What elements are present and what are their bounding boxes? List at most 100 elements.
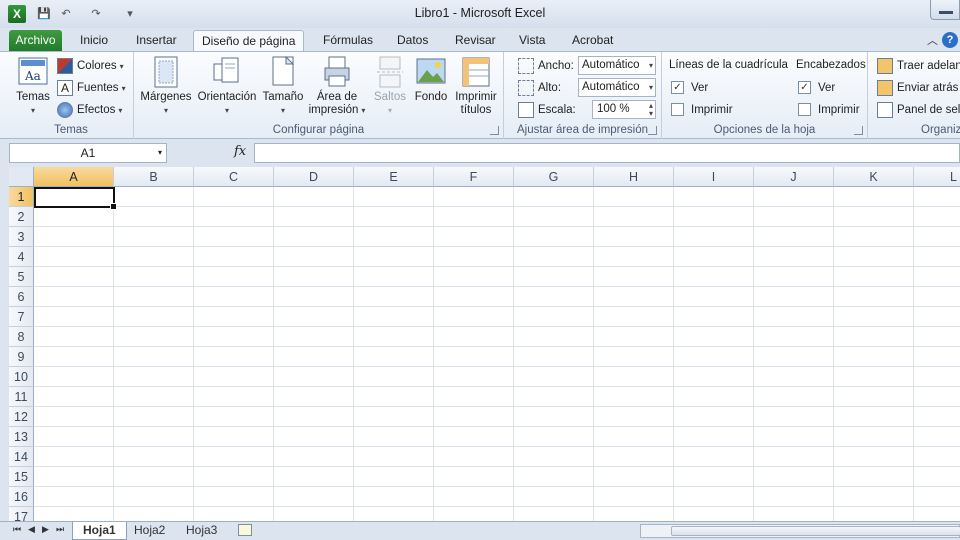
- temas-group-label: Temas: [54, 124, 88, 136]
- orientacion-button[interactable]: Orientación ▾: [196, 56, 258, 117]
- ajustar-launcher-icon[interactable]: [648, 126, 657, 135]
- column-header-f[interactable]: F: [434, 167, 514, 187]
- fonts-icon: A: [57, 79, 73, 96]
- row-header-6[interactable]: 6: [9, 287, 34, 307]
- active-cell[interactable]: [34, 187, 117, 210]
- ribbon: Aa Temas ▾ Colores ▾ A Fuentes ▾ Efectos ▾ Te…: [0, 51, 960, 139]
- scroll-thumb[interactable]: [671, 526, 960, 536]
- minimize-button[interactable]: [930, 0, 960, 20]
- alto-label: Alto:: [518, 79, 561, 97]
- column-header-h[interactable]: H: [594, 167, 674, 187]
- temas-button[interactable]: Aa Temas ▾: [13, 56, 53, 117]
- column-header-j[interactable]: J: [754, 167, 834, 187]
- sheet-tab-hoja1[interactable]: Hoja1: [72, 522, 127, 540]
- configurar-launcher-icon[interactable]: [490, 126, 499, 135]
- lineas-imprimir-checkbox[interactable]: Imprimir: [671, 102, 733, 118]
- row-header-17[interactable]: 17: [9, 507, 34, 521]
- size-icon: [272, 56, 295, 86]
- row-header-2[interactable]: 2: [9, 207, 34, 227]
- row-header-3[interactable]: 3: [9, 227, 34, 247]
- row-header-13[interactable]: 13: [9, 427, 34, 447]
- margenes-button[interactable]: Márgenes ▾: [140, 56, 192, 117]
- alto-select[interactable]: Automático ▾: [578, 78, 656, 97]
- group-opciones-hoja: Líneas de la cuadrícula ✓ Ver Imprimir En…: [662, 52, 868, 139]
- enviar-atras-button[interactable]: Enviar atrás: [877, 79, 958, 97]
- tab-inicio[interactable]: Inicio: [72, 30, 116, 52]
- saltos-button[interactable]: Saltos ▾: [371, 56, 409, 117]
- encabezados-imprimir-checkbox[interactable]: Imprimir: [798, 102, 860, 118]
- efectos-button[interactable]: Efectos ▾: [57, 101, 122, 119]
- tab-formulas[interactable]: Fórmulas: [315, 30, 381, 52]
- configurar-group-label: Configurar página: [272, 124, 365, 136]
- bring-forward-icon: [877, 57, 893, 74]
- last-sheet-icon[interactable]: ⏭: [56, 524, 64, 535]
- selection-pane-icon: [877, 101, 893, 118]
- worksheet-grid: ABCDEFGHIJKL 1 2 3 4 5 6 7 8 9 10 11 12 13 14 15 16 17: [9, 167, 960, 521]
- minimize-ribbon-icon[interactable]: ︿: [927, 32, 938, 48]
- lineas-ver-checkbox[interactable]: ✓ Ver: [671, 80, 708, 96]
- name-box[interactable]: A1 ▾: [9, 143, 167, 163]
- row-header-10[interactable]: 10: [9, 367, 34, 387]
- column-header-a[interactable]: A: [34, 167, 114, 187]
- next-sheet-icon[interactable]: ▶: [42, 524, 49, 535]
- horizontal-scrollbar[interactable]: [640, 524, 960, 538]
- fondo-button[interactable]: Fondo: [412, 56, 450, 104]
- row-header-7[interactable]: 7: [9, 307, 34, 327]
- scale-icon: [518, 101, 534, 118]
- select-all-button[interactable]: [9, 167, 34, 187]
- title-bar: X 💾 ↶ ↷ ▾ Libro1 - Microsoft Excel: [0, 0, 960, 28]
- tab-acrobat[interactable]: Acrobat: [564, 30, 621, 52]
- effects-icon: [57, 101, 73, 118]
- area-impresion-button[interactable]: Área de impresión ▾: [307, 56, 367, 117]
- first-sheet-icon[interactable]: ⏮: [13, 524, 21, 535]
- column-header-d[interactable]: D: [274, 167, 354, 187]
- column-header-k[interactable]: K: [834, 167, 914, 187]
- print-titles-icon: [462, 57, 490, 87]
- column-header-e[interactable]: E: [354, 167, 434, 187]
- group-ajustar: Ancho: Automático ▾ Alto: Automático ▾ Esc…: [504, 52, 662, 139]
- tab-datos[interactable]: Datos: [389, 30, 436, 52]
- group-organizar: Traer adelante Enviar atrás Panel de sel…: [868, 52, 960, 139]
- row-header-12[interactable]: 12: [9, 407, 34, 427]
- panel-seleccion-button[interactable]: Panel de selección: [877, 101, 960, 119]
- prev-sheet-icon[interactable]: ◀: [28, 524, 35, 535]
- row-header-1[interactable]: 1: [9, 187, 34, 207]
- escala-stepper[interactable]: 100 % ▴ ▾: [592, 100, 656, 119]
- ancho-select[interactable]: Automático ▾: [578, 56, 656, 75]
- imprimir-titulos-button[interactable]: Imprimir títulos: [452, 56, 500, 117]
- tab-diseno-de-pagina[interactable]: Diseño de página: [193, 30, 305, 52]
- themes-icon: Aa: [18, 57, 48, 85]
- column-header-c[interactable]: C: [194, 167, 274, 187]
- row-header-5[interactable]: 5: [9, 267, 34, 287]
- traer-adelante-button[interactable]: Traer adelante: [877, 57, 960, 75]
- tab-insertar[interactable]: Insertar: [128, 30, 185, 52]
- encabezados-ver-checkbox[interactable]: ✓ Ver: [798, 80, 835, 96]
- tab-vista[interactable]: Vista: [511, 30, 553, 52]
- column-header-l[interactable]: L: [914, 167, 960, 187]
- cells-area[interactable]: [34, 187, 960, 521]
- row-header-8[interactable]: 8: [9, 327, 34, 347]
- row-header-16[interactable]: 16: [9, 487, 34, 507]
- row-header-9[interactable]: 9: [9, 347, 34, 367]
- opciones-launcher-icon[interactable]: [854, 126, 863, 135]
- row-header-15[interactable]: 15: [9, 467, 34, 487]
- insert-sheet-icon[interactable]: [238, 524, 252, 536]
- tab-revisar[interactable]: Revisar: [447, 30, 504, 52]
- row-header-11[interactable]: 11: [9, 387, 34, 407]
- fuentes-button[interactable]: A Fuentes ▾: [57, 79, 126, 97]
- name-box-dropdown-icon[interactable]: ▾: [158, 144, 162, 162]
- insert-function-icon[interactable]: fx: [234, 144, 246, 159]
- row-header-14[interactable]: 14: [9, 447, 34, 467]
- colores-button[interactable]: Colores ▾: [57, 57, 124, 75]
- tamano-button[interactable]: Tamaño ▾: [262, 56, 304, 117]
- sheet-tab-hoja3[interactable]: Hoja3: [176, 522, 227, 540]
- sheet-tab-hoja2[interactable]: Hoja2: [124, 522, 175, 540]
- tab-archivo[interactable]: Archivo: [9, 30, 62, 52]
- column-header-g[interactable]: G: [514, 167, 594, 187]
- column-header-i[interactable]: I: [674, 167, 754, 187]
- row-header-4[interactable]: 4: [9, 247, 34, 267]
- formula-input[interactable]: [254, 143, 960, 163]
- encabezados-title: Encabezados: [796, 59, 866, 71]
- column-header-b[interactable]: B: [114, 167, 194, 187]
- help-icon[interactable]: ?: [942, 32, 958, 48]
